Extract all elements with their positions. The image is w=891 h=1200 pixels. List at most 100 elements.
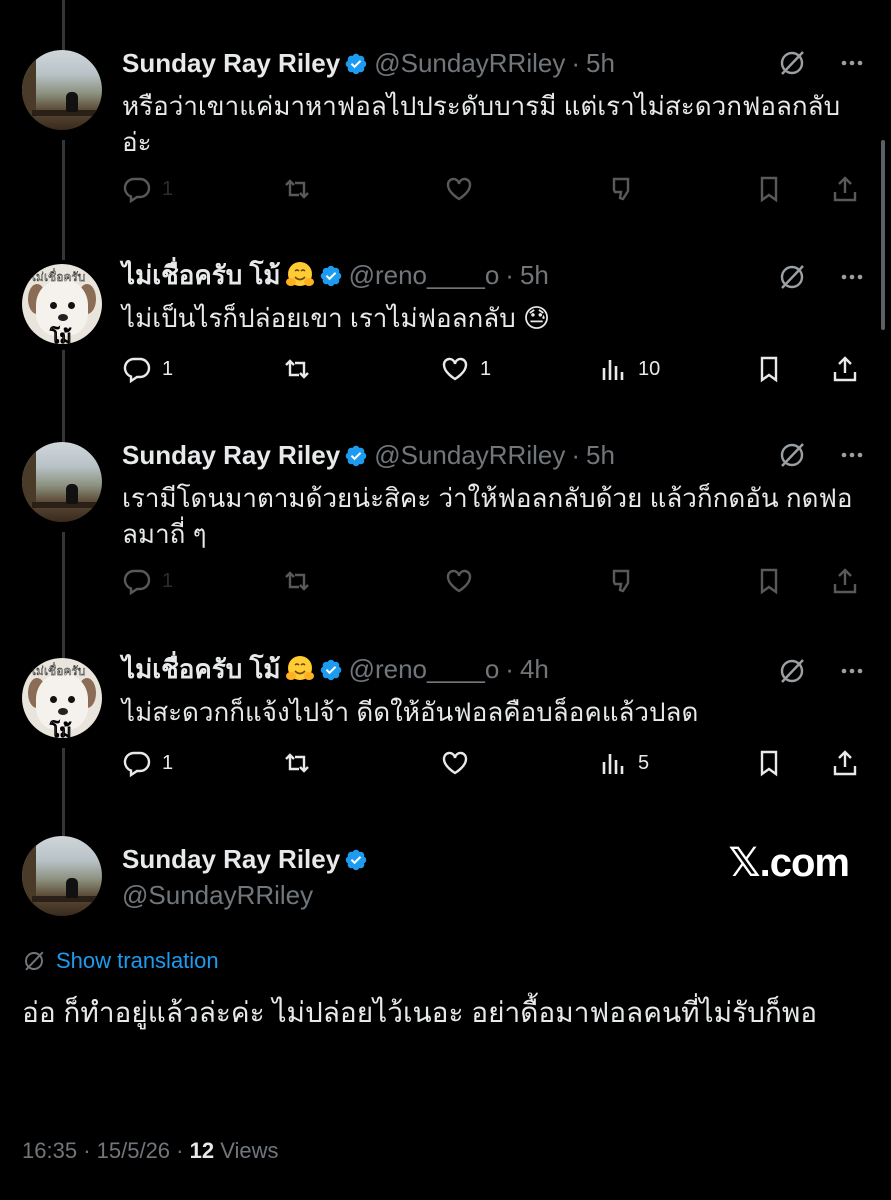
separator: · xyxy=(571,440,581,470)
like-button[interactable]: 1 xyxy=(440,354,491,384)
timestamp[interactable]: 5h xyxy=(520,260,549,290)
tweet-header: ไม่เชื่อครับ โม้ @reno____o · 5h xyxy=(122,260,549,290)
downvote-button[interactable] xyxy=(608,566,638,596)
like-icon xyxy=(446,177,472,201)
x-watermark: 𝕏.com xyxy=(728,841,850,885)
separator: · xyxy=(505,654,514,684)
grok-icon[interactable] xyxy=(777,48,807,78)
display-name[interactable]: ไม่เชื่อครับ โม้ xyxy=(122,654,281,684)
show-translation-link[interactable]: Show translation xyxy=(22,948,219,974)
like-count: 1 xyxy=(480,357,492,380)
scrollbar[interactable] xyxy=(881,140,885,330)
more-icon[interactable] xyxy=(837,440,867,470)
tweet-text: ไม่เป็นไรก็ปล่อยเขา เราไม่ฟอลกลับ 😓 xyxy=(122,303,551,333)
main-tweet-header: Sunday Ray Riley xyxy=(122,844,374,874)
post-date[interactable]: 15/5/26 xyxy=(97,1138,170,1163)
thread-line-2 xyxy=(62,350,65,442)
avatar-caption: โม้ xyxy=(50,721,72,738)
avatar[interactable]: ไม่เชื่อครับ โม้ xyxy=(22,264,102,344)
separator: · xyxy=(83,1138,91,1163)
views-count: 5 xyxy=(638,751,650,774)
bookmark-button[interactable] xyxy=(754,354,784,384)
tweet-meta: 16:35 · 15/5/26 · 12 Views xyxy=(22,1138,279,1164)
more-icon[interactable] xyxy=(837,262,867,292)
more-icon[interactable] xyxy=(837,656,867,686)
views-icon xyxy=(602,360,624,380)
tweet-actions: 1 xyxy=(122,566,862,602)
handle[interactable]: @SundayRRiley xyxy=(374,48,565,78)
main-tweet-text: อ่อ ก็ทำอยู่แล้วล่ะค่ะ ไม่ปล่อยไว้เนอะ อ… xyxy=(22,997,818,1028)
bookmark-button[interactable] xyxy=(754,566,784,596)
grok-icon[interactable] xyxy=(777,440,807,470)
display-name[interactable]: Sunday Ray Riley xyxy=(122,440,340,470)
share-button[interactable] xyxy=(830,566,860,596)
like-icon xyxy=(442,357,468,381)
bookmark-icon xyxy=(760,356,778,383)
avatar[interactable] xyxy=(22,836,102,916)
thread-line-1 xyxy=(62,140,65,260)
grok-icon xyxy=(25,951,44,971)
retweet-icon xyxy=(285,359,309,379)
views-button[interactable]: 5 xyxy=(598,748,649,778)
thread-line-3 xyxy=(62,532,65,658)
tweet-actions: 1 xyxy=(122,174,862,210)
post-time[interactable]: 16:35 xyxy=(22,1138,77,1163)
handle[interactable]: @reno____o xyxy=(349,654,500,684)
avatar-caption: โม้ xyxy=(50,327,72,344)
grok-icon[interactable] xyxy=(777,656,807,686)
timestamp[interactable]: 5h xyxy=(586,48,615,78)
reply-count: 1 xyxy=(162,177,174,200)
like-icon xyxy=(446,569,472,593)
display-name[interactable]: Sunday Ray Riley xyxy=(122,48,340,78)
tweet-header: Sunday Ray Riley @SundayRRiley · 5h xyxy=(122,440,615,470)
views-label: Views xyxy=(220,1138,279,1163)
more-icon[interactable] xyxy=(837,48,867,78)
reply-count: 1 xyxy=(162,357,174,380)
bookmark-button[interactable] xyxy=(754,748,784,778)
avatar[interactable]: ไม่เชื่อครับ โม้ xyxy=(22,658,102,738)
like-icon xyxy=(442,751,468,775)
verified-badge-icon xyxy=(345,445,367,467)
grok-icon[interactable] xyxy=(777,262,807,292)
reply-button[interactable]: 1 xyxy=(122,748,173,778)
handle[interactable]: @SundayRRiley xyxy=(122,880,313,910)
retweet-button[interactable] xyxy=(282,748,312,778)
handle[interactable]: @SundayRRiley xyxy=(374,440,565,470)
bookmark-icon xyxy=(760,176,778,203)
handle[interactable]: @reno____o xyxy=(349,260,500,290)
share-button[interactable] xyxy=(830,748,860,778)
avatar[interactable] xyxy=(22,442,102,522)
like-button[interactable] xyxy=(440,748,470,778)
avatar[interactable] xyxy=(22,50,102,130)
hugging-face-emoji xyxy=(285,262,314,286)
reply-button[interactable]: 1 xyxy=(122,174,173,204)
thread-line-4 xyxy=(62,748,65,838)
share-button[interactable] xyxy=(830,174,860,204)
thread-line-top xyxy=(62,0,65,50)
views-button[interactable]: 10 xyxy=(598,354,660,384)
retweet-button[interactable] xyxy=(282,174,312,204)
retweet-icon xyxy=(285,179,309,199)
tweet-text: เรามีโดนมาตามด้วยน่ะสิคะ ว่าให้ฟอลกลับด้… xyxy=(122,483,853,549)
share-button[interactable] xyxy=(830,354,860,384)
bookmark-button[interactable] xyxy=(754,174,784,204)
avatar-caption: ไม่เชื่อครับ xyxy=(30,270,86,284)
downvote-icon xyxy=(612,177,630,201)
reply-button[interactable]: 1 xyxy=(122,354,173,384)
reply-button[interactable]: 1 xyxy=(122,566,173,596)
tweet-text: หรือว่าเขาแค่มาหาฟอลไปประดับบารมี แต่เรา… xyxy=(122,91,841,157)
timestamp[interactable]: 5h xyxy=(586,440,615,470)
share-icon xyxy=(833,356,857,382)
display-name[interactable]: ไม่เชื่อครับ โม้ xyxy=(122,260,281,290)
timestamp[interactable]: 4h xyxy=(520,654,549,684)
like-button[interactable] xyxy=(444,174,474,204)
separator: · xyxy=(571,48,581,78)
downvote-icon xyxy=(612,569,630,593)
display-name[interactable]: Sunday Ray Riley xyxy=(122,844,340,874)
reply-count: 1 xyxy=(162,569,174,592)
downvote-button[interactable] xyxy=(608,174,638,204)
like-button[interactable] xyxy=(444,566,474,596)
retweet-button[interactable] xyxy=(282,566,312,596)
reply-icon xyxy=(123,751,151,778)
retweet-button[interactable] xyxy=(282,354,312,384)
